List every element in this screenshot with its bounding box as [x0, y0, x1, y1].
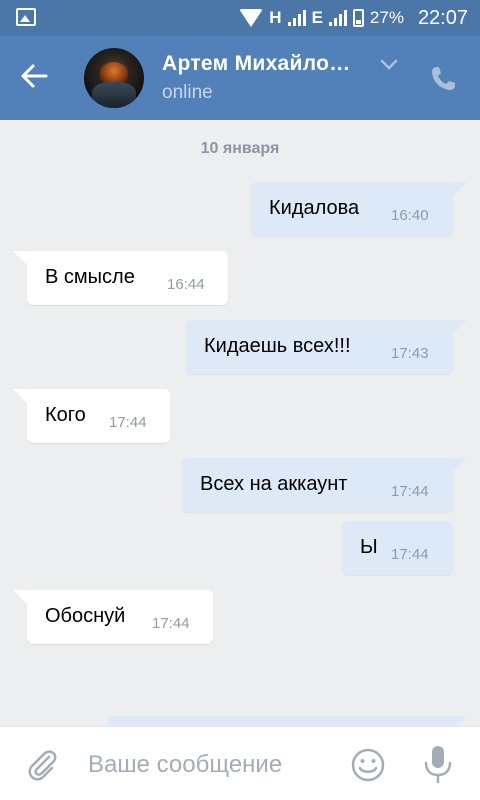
avatar[interactable] — [84, 48, 144, 108]
microphone-icon[interactable] — [420, 743, 456, 785]
message-time: 17:44 — [391, 483, 429, 500]
emoji-icon[interactable] — [350, 747, 386, 783]
network-type-2: E — [311, 8, 323, 27]
status-bar: H E 27% 22:07 — [0, 0, 480, 36]
chevron-down-icon[interactable] — [380, 58, 398, 72]
message-text: Кидалова — [269, 197, 360, 219]
bubble-tail — [451, 320, 467, 336]
gallery-notification-icon — [16, 8, 36, 26]
message-text: В смысле — [45, 266, 135, 288]
message-time: 17:43 — [391, 345, 429, 362]
message-time: 16:44 — [167, 276, 205, 293]
message-time: 17:44 — [391, 546, 429, 563]
date-separator: 10 января — [200, 140, 280, 157]
message-text: Обоснуй — [45, 605, 126, 627]
chat-header: Артем Михайло… online — [0, 36, 480, 120]
message-bubble-outgoing[interactable]: Ы 17:44 — [342, 521, 453, 575]
message-input[interactable] — [86, 741, 330, 789]
message-time: 17:44 — [109, 414, 147, 431]
message-time: 17:44 — [152, 615, 190, 632]
contact-status: online — [162, 82, 213, 103]
battery-percent: 27% — [369, 8, 404, 27]
bubble-tail — [13, 389, 29, 405]
battery-icon — [352, 9, 364, 27]
bubble-tail — [451, 458, 467, 474]
message-text: Кого — [45, 404, 86, 426]
paperclip-icon[interactable] — [24, 747, 60, 783]
message-bubble-outgoing[interactable]: Всех на аккаунт 17:44 — [182, 458, 467, 512]
wifi-icon — [239, 9, 264, 27]
message-list[interactable]: 10 января Кидалова 16:40 В смысле 16:44 … — [0, 120, 480, 726]
message-bubble-incoming[interactable]: Обоснуй 17:44 — [13, 590, 213, 644]
signal-icon-2 — [328, 10, 347, 26]
bubble-tail — [451, 716, 467, 726]
message-text: Всех на аккаунт — [200, 473, 348, 495]
network-type-1: H — [269, 8, 282, 27]
bubble-tail — [451, 182, 467, 198]
back-button[interactable] — [20, 62, 60, 94]
arrow-left-icon — [21, 64, 48, 88]
message-composer — [0, 726, 480, 800]
message-bubble-outgoing-partial[interactable] — [108, 716, 467, 726]
clock: 22:07 — [417, 6, 468, 29]
bubble-tail — [13, 590, 29, 606]
message-bubble-incoming[interactable]: В смысле 16:44 — [13, 251, 228, 305]
bubble-tail — [13, 251, 29, 267]
message-text: Кидаешь всех!!! — [204, 335, 351, 357]
message-bubble-outgoing[interactable]: Кидалова 16:40 — [251, 182, 467, 236]
message-time: 16:40 — [391, 207, 429, 224]
signal-icon — [287, 10, 306, 26]
phone-icon[interactable] — [428, 64, 458, 94]
message-bubble-incoming[interactable]: Кого 17:44 — [13, 389, 170, 443]
contact-name[interactable]: Артем Михайло… — [162, 52, 351, 76]
status-indicators: H E 27% 22:07 — [239, 6, 468, 30]
message-bubble-outgoing[interactable]: Кидаешь всех!!! 17:43 — [186, 320, 467, 374]
message-text: Ы — [360, 536, 378, 558]
